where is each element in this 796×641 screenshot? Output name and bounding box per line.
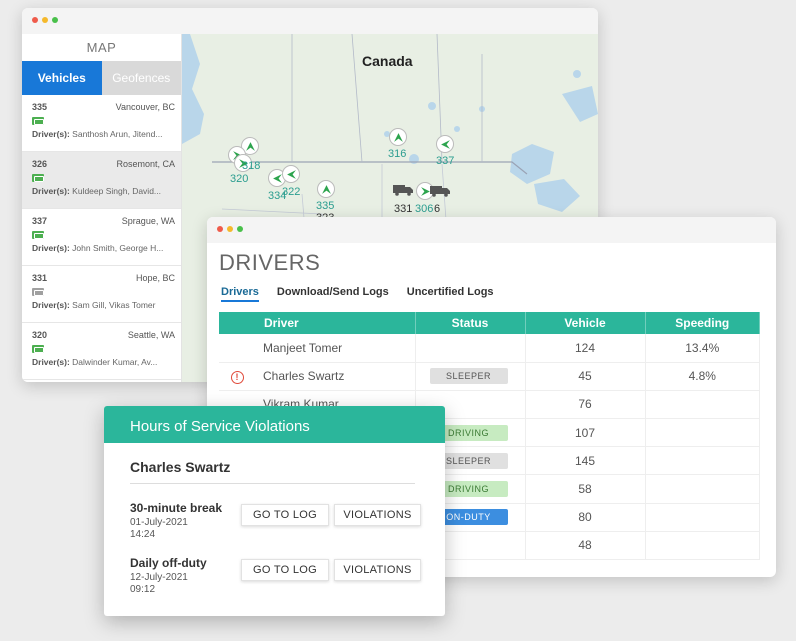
vehicle-marker-335[interactable] <box>317 180 335 198</box>
vehicle-location: Seattle, WA <box>127 330 175 340</box>
maximize-dot[interactable] <box>237 226 243 232</box>
hos-title: Hours of Service Violations <box>104 406 445 443</box>
drivers-label: Driver(s): <box>32 186 70 196</box>
vehicle-number: 124 <box>525 334 646 363</box>
drivers-label: Driver(s): <box>32 243 70 253</box>
drivers-label: Driver(s): <box>32 129 70 139</box>
vehicle-item-337[interactable]: 337 Sprague, WA Driver(s): John Smith, Ge… <box>22 209 181 266</box>
violation-item: 30-minute break 01-July-2021 14:24 GO TO… <box>130 501 425 540</box>
close-dot[interactable] <box>217 226 223 232</box>
column-header-vehicle[interactable]: Vehicle <box>525 312 646 334</box>
table-row[interactable]: ! Charles Swartz SLEEPER 45 4.8% <box>219 362 760 391</box>
map-country-label: Canada <box>362 53 413 69</box>
violation-time: 14:24 <box>130 529 156 540</box>
license-icon <box>32 231 44 239</box>
vehicle-drivers: Santhosh Arun, Jitend... <box>72 129 163 139</box>
violations-button[interactable]: VIOLATIONS <box>334 504 421 526</box>
marker-label: 335 <box>316 200 335 212</box>
violation-item: Daily off-duty 12-July-2021 09:12 GO TO … <box>130 556 425 595</box>
license-icon <box>32 174 44 182</box>
map-heading: MAP <box>86 40 117 55</box>
vehicle-number: 326 <box>32 159 48 169</box>
status-badge: SLEEPER <box>429 368 508 385</box>
alert-icon[interactable]: ! <box>230 370 244 384</box>
vehicle-number: 76 <box>525 390 646 420</box>
marker-label: 316 <box>388 148 407 160</box>
vehicle-drivers: Dalwinder Kumar, Av... <box>72 357 158 367</box>
license-icon <box>32 288 44 296</box>
speeding-value: 4.8% <box>645 362 760 391</box>
vehicle-location: Vancouver, BC <box>115 102 175 112</box>
go-to-log-button[interactable]: GO TO LOG <box>241 559 329 581</box>
table-row[interactable]: Manjeet Tomer 124 13.4% <box>219 334 760 363</box>
speeding-value: 13.4% <box>645 334 760 363</box>
maximize-dot[interactable] <box>52 17 58 23</box>
marker-label: 331 <box>394 203 413 215</box>
vehicle-number: 337 <box>32 216 48 226</box>
marker-label: 318 <box>242 160 261 172</box>
vehicle-item-326[interactable]: 326 Rosemont, CA Driver(s): Kuldeep Singh… <box>22 152 181 209</box>
vehicle-number: 320 <box>32 330 48 340</box>
violations-button[interactable]: VIOLATIONS <box>334 559 421 581</box>
vehicle-list: 335 Vancouver, BC Driver(s): Santhosh Aru… <box>22 95 181 380</box>
column-header-driver[interactable]: Driver <box>219 312 416 334</box>
marker-label: 6 <box>434 203 441 215</box>
drivers-label: Driver(s): <box>32 357 70 367</box>
vehicle-number: 331 <box>32 273 48 283</box>
go-to-log-button[interactable]: GO TO LOG <box>241 504 329 526</box>
minimize-dot[interactable] <box>42 17 48 23</box>
hos-driver-name: Charles Swartz <box>130 459 231 475</box>
vehicle-item-320[interactable]: 320 Seattle, WA Driver(s): Dalwinder Kuma… <box>22 323 181 380</box>
license-icon <box>32 345 44 353</box>
vehicle-number: 145 <box>525 446 646 476</box>
tab-geofences[interactable]: Geofences <box>101 61 181 95</box>
vehicle-number: 58 <box>525 474 646 504</box>
tab-drivers[interactable]: Drivers <box>221 286 259 302</box>
close-dot[interactable] <box>32 17 38 23</box>
tab-vehicles[interactable]: Vehicles <box>22 61 102 95</box>
driver-name: Charles Swartz <box>255 362 416 391</box>
vehicle-number: 48 <box>525 531 646 561</box>
vehicle-number: 80 <box>525 503 646 532</box>
hos-violations-panel: Hours of Service Violations Charles Swar… <box>104 406 445 616</box>
divider <box>130 483 415 484</box>
page-title: DRIVERS <box>219 250 321 275</box>
map-sidebar: MAP Vehicles Geofences 335 Vancouver, BC … <box>22 34 182 382</box>
vehicle-marker-316[interactable] <box>389 128 407 146</box>
vehicle-location: Sprague, WA <box>121 216 175 226</box>
truck-icon[interactable] <box>430 185 450 197</box>
vehicle-item-335[interactable]: 335 Vancouver, BC Driver(s): Santhosh Aru… <box>22 95 181 152</box>
tab-uncertified-logs[interactable]: Uncertified Logs <box>407 286 494 302</box>
vehicle-marker-337[interactable] <box>436 135 454 153</box>
marker-label: 320 <box>230 173 249 185</box>
driver-name: Manjeet Tomer <box>255 334 416 363</box>
vehicle-number: 107 <box>525 418 646 448</box>
license-icon <box>32 117 44 125</box>
vehicle-item-331[interactable]: 331 Hope, BC Driver(s): Sam Gill, Vikas T… <box>22 266 181 323</box>
vehicle-drivers: Kuldeep Singh, David... <box>72 186 162 196</box>
vehicle-marker-322[interactable] <box>282 165 300 183</box>
map-window-titlebar <box>22 8 598 34</box>
vehicle-number: 45 <box>525 362 646 391</box>
minimize-dot[interactable] <box>227 226 233 232</box>
vehicle-location: Rosemont, CA <box>116 159 175 169</box>
truck-icon[interactable] <box>393 184 413 196</box>
column-header-speeding[interactable]: Speeding <box>645 312 760 334</box>
column-header-status[interactable]: Status <box>415 312 526 334</box>
vehicle-drivers: John Smith, George H... <box>72 243 164 253</box>
marker-label: 306 <box>415 203 434 215</box>
drivers-label: Driver(s): <box>32 300 70 310</box>
vehicle-number: 335 <box>32 102 48 112</box>
marker-label: 322 <box>282 186 301 198</box>
marker-label: 337 <box>436 155 455 167</box>
tab-download-send-logs[interactable]: Download/Send Logs <box>277 286 389 302</box>
drivers-window-titlebar <box>207 217 776 243</box>
vehicle-location: Hope, BC <box>135 273 175 283</box>
violation-time: 09:12 <box>130 584 156 595</box>
vehicle-drivers: Sam Gill, Vikas Tomer <box>72 300 156 310</box>
